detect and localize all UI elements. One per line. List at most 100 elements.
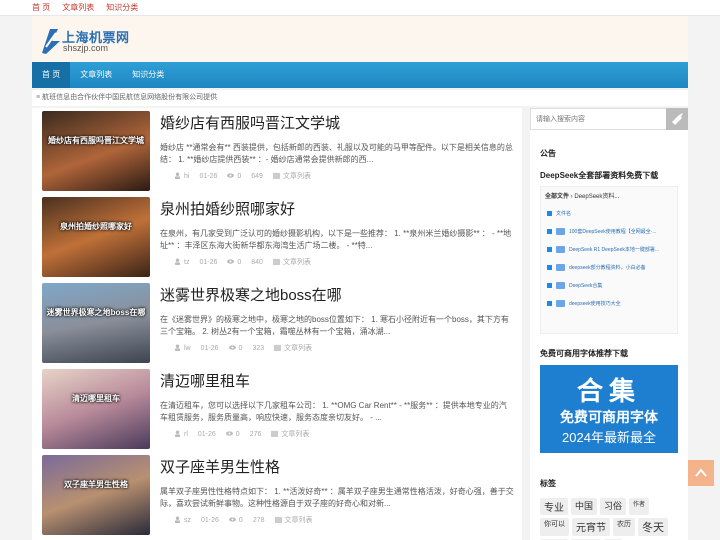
post-category: 文章列表 (272, 257, 311, 267)
eye-icon (227, 173, 235, 178)
announcement-title: 公告 (540, 149, 556, 158)
plane-logo-icon (42, 29, 60, 54)
file-name: 100套DeepSeek使用教程【全网最全·... (569, 228, 657, 235)
post-thumbnail[interactable]: 婚纱店有西服吗晋江文学城 (42, 111, 150, 191)
nav-articles[interactable]: 文章列表 (70, 62, 122, 88)
category-link[interactable]: 文章列表 (285, 517, 313, 524)
back-to-top-button[interactable] (688, 460, 714, 486)
thumbnail-caption: 迷雾世界极寒之地boss在哪 (46, 308, 146, 317)
post-item: 迷雾世界极寒之地boss在哪 迷雾世界极寒之地boss在哪 在《迷雾世界》的极寒… (42, 280, 514, 363)
file-row: deepseek使用技巧大全 (541, 294, 677, 312)
search-box (530, 108, 688, 130)
post-title[interactable]: 婚纱店有西服吗晋江文学城 (160, 112, 340, 133)
nav-categories[interactable]: 知识分类 (122, 62, 174, 88)
thumbnail-caption: 双子座羊男生性格 (64, 480, 128, 489)
post-meta: sz 01-26 0 278 文章列表 (174, 515, 313, 525)
site-header: 上海机票网 shszjp.com (32, 16, 688, 62)
nav-home[interactable]: 首 页 (32, 62, 71, 88)
post-thumbnail[interactable]: 迷雾世界极寒之地boss在哪 (42, 283, 150, 363)
tag[interactable]: 中国 (571, 498, 598, 515)
search-input[interactable] (531, 109, 661, 129)
notice-bullet-icon: ≡ (36, 94, 41, 101)
eye-icon (228, 345, 236, 350)
eye-icon (228, 517, 236, 522)
post-item: 双子座羊男生性格 双子座羊男生性格 属羊双子座男性性格特点如下： 1. **活泼… (42, 452, 514, 535)
top-link-articles[interactable]: 文章列表 (62, 2, 94, 13)
post-meta: lw 01-26 0 323 文章列表 (174, 343, 312, 353)
category-link[interactable]: 文章列表 (284, 345, 312, 352)
post-excerpt: 属羊双子座男性性格特点如下： 1. **活泼好奇** ：属羊双子座男生通常性格活… (160, 487, 514, 508)
author-name[interactable]: rl (184, 431, 188, 438)
author-name[interactable]: sz (184, 517, 191, 524)
checkbox-icon (547, 282, 552, 288)
author: sz (174, 516, 191, 524)
search-button[interactable] (666, 108, 688, 130)
comment-count: 840 (251, 258, 263, 266)
category-link[interactable]: 文章列表 (281, 431, 309, 438)
checkbox-icon (547, 264, 552, 270)
sidebar: 公告 DeepSeek全套部署资料免费下载 全部文件 › DeepSeek资料.… (530, 108, 688, 540)
post-category: 文章列表 (274, 343, 312, 353)
author-name[interactable]: tz (184, 259, 189, 266)
post-excerpt: 在《迷雾世界》的极寒之地中，极寒之地的boss位置如下： 1. 寒石小径附近有一… (160, 315, 509, 336)
post-item: 泉州拍婚纱照哪家好 泉州拍婚纱照哪家好 在泉州，有几家受到广泛认可的婚纱摄影机构… (42, 194, 514, 277)
banner-subhead: 免费可商用字体 (560, 409, 658, 425)
notice-bar: ≡ 航班信息由合作伙伴中国民航信息网络股份有限公司提供 (32, 90, 688, 106)
category-link[interactable]: 文章列表 (283, 173, 311, 180)
top-link-home[interactable]: 首 页 (32, 2, 50, 13)
post-thumbnail[interactable]: 泉州拍婚纱照哪家好 (42, 197, 150, 277)
main-nav: 首 页 文章列表 知识分类 (32, 62, 688, 88)
folder-icon (272, 172, 280, 179)
folder-icon (272, 258, 280, 265)
file-header-label: 全部文件 (545, 194, 570, 200)
font-banner[interactable]: 合集 免费可商用字体 2024年最新最全 (540, 365, 678, 453)
post-title[interactable]: 泉州拍婚纱照哪家好 (160, 198, 295, 219)
author: tz (174, 258, 189, 266)
post-excerpt: 婚纱店 **通常会有** 西装提供，包括新郎的西装、礼服以及可能的马甲等配件。以… (160, 143, 513, 164)
tag[interactable]: 你可以 (540, 518, 569, 536)
comment-count: 649 (251, 172, 263, 180)
views: 0 (228, 516, 243, 524)
tag[interactable]: 习俗 (600, 498, 627, 515)
comment-count: 276 (249, 430, 262, 438)
post-excerpt: 在清迈租车，您可以选择以下几家租车公司： 1. **OMG Car Rent**… (160, 401, 507, 422)
checkbox-icon (547, 228, 552, 234)
author-name[interactable]: hi (184, 173, 189, 180)
post-date: 01-26 (199, 172, 218, 180)
comment-count: 323 (252, 344, 265, 352)
arrow-up-icon (695, 468, 707, 477)
promo-link[interactable]: DeepSeek全套部署资料免费下载 (540, 170, 658, 181)
tag[interactable]: 专业 (540, 498, 568, 515)
post-item: 清迈哪里租车 清迈哪里租车 在清迈租车，您可以选择以下几家租车公司： 1. **… (42, 366, 514, 449)
post-date: 01-26 (199, 258, 218, 266)
category-link[interactable]: 文章列表 (283, 259, 311, 266)
tag[interactable]: 作者 (629, 498, 650, 515)
user-icon (174, 430, 181, 437)
file-list-image[interactable]: 全部文件 › DeepSeek资料... 文件名 100套DeepSeek使用教… (540, 186, 678, 334)
post-title[interactable]: 双子座羊男生性格 (160, 456, 280, 477)
post-date: 01-26 (200, 344, 219, 352)
post-thumbnail[interactable]: 双子座羊男生性格 (42, 455, 150, 535)
tag[interactable]: 元宵节 (572, 518, 610, 536)
post-thumbnail[interactable]: 清迈哪里租车 (42, 369, 150, 449)
site-logo[interactable]: 上海机票网 shszjp.com (38, 26, 138, 56)
file-name: DeepSeek合集 (569, 282, 603, 289)
post-meta: tz 01-26 0 840 文章列表 (174, 257, 311, 267)
post-title[interactable]: 迷雾世界极寒之地boss在哪 (160, 284, 342, 305)
tag[interactable]: 农历 (613, 518, 635, 536)
file-row: 100套DeepSeek使用教程【全网最全·... (541, 222, 677, 240)
file-name: DeepSeek R1 DeepSeek本地一键部署... (569, 246, 660, 253)
post-meta: hi 01-26 0 649 文章列表 (174, 171, 311, 181)
top-link-categories[interactable]: 知识分类 (106, 2, 138, 13)
author-name[interactable]: lw (184, 345, 191, 352)
file-breadcrumb: DeepSeek资料... (574, 194, 620, 200)
post-title[interactable]: 清迈哪里租车 (160, 370, 250, 391)
views: 0 (227, 258, 241, 266)
tag-cloud: 专业 中国 习俗 作者 你可以 元宵节 农历 冬天 冬季 唐代 吃 (540, 498, 680, 540)
tag[interactable]: 冬天 (638, 518, 668, 536)
post-category: 文章列表 (272, 171, 311, 181)
views: 0 (225, 430, 240, 438)
folder-icon (556, 281, 565, 289)
user-icon (174, 516, 181, 523)
folder-icon (274, 516, 282, 523)
